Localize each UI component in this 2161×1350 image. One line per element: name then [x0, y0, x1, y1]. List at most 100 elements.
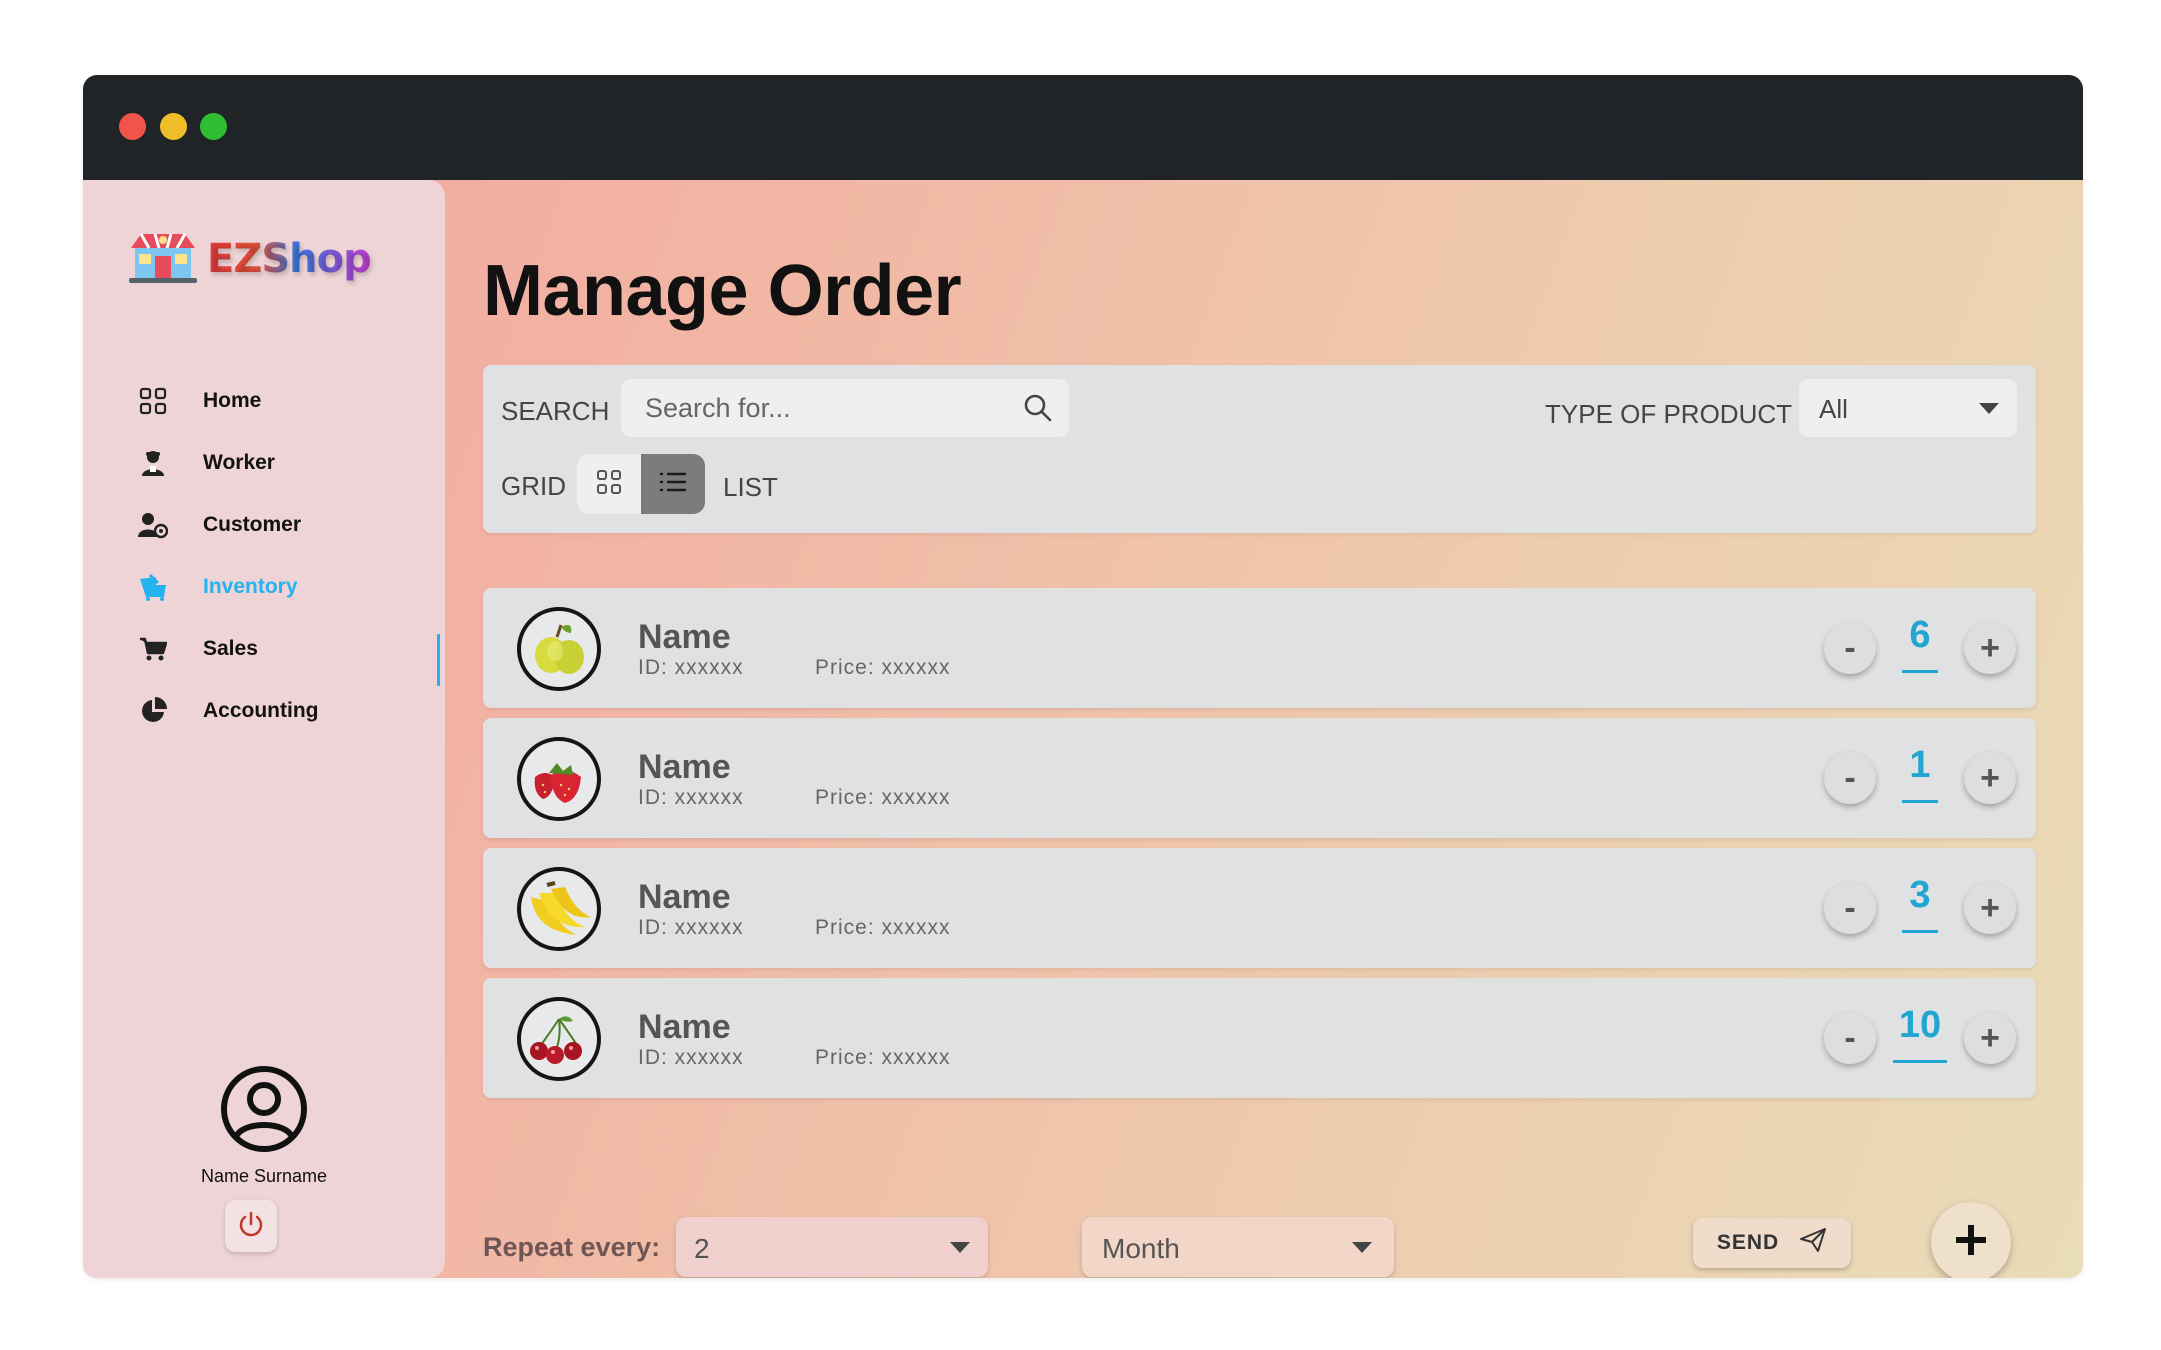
chevron-down-icon	[1979, 403, 1999, 414]
product-price: Price: xxxxxx	[815, 916, 951, 939]
quantity-value[interactable]: 6	[1885, 614, 1955, 657]
banana-icon	[517, 867, 601, 951]
sidebar-item-sales[interactable]: Sales	[138, 618, 438, 680]
decrease-quantity-button[interactable]: -	[1824, 752, 1876, 804]
search-box[interactable]	[621, 379, 1069, 437]
grid-icon	[596, 469, 622, 500]
repeat-every-label: Repeat every:	[483, 1232, 661, 1262]
quantity-value[interactable]: 3	[1885, 874, 1955, 917]
add-button[interactable]	[1931, 1202, 2011, 1278]
sidebar-item-home[interactable]: Home	[138, 370, 438, 432]
increase-quantity-button[interactable]: +	[1964, 1012, 2016, 1064]
grid-label: GRID	[501, 471, 566, 501]
app-window: EZShop Home Worker Customer Inventory Sa…	[83, 75, 2083, 1278]
product-id: ID: xxxxxx	[638, 1046, 744, 1069]
cart-icon	[138, 634, 168, 664]
filter-panel: SEARCH TYPE OF PRODUCT All GRID	[483, 365, 2036, 533]
pear-icon	[517, 607, 601, 691]
list-view-button[interactable]	[641, 454, 705, 514]
decrease-quantity-button[interactable]: -	[1824, 1012, 1876, 1064]
product-name: Name	[638, 878, 731, 916]
type-of-product-select[interactable]: All	[1799, 379, 2017, 437]
search-label: SEARCH	[501, 396, 610, 426]
repeat-period-select[interactable]: Month	[1082, 1217, 1394, 1277]
cherry-icon	[517, 997, 601, 1081]
table-row[interactable]: Name ID: xxxxxx Price: xxxxxx - 1 +	[483, 718, 2036, 838]
repeat-count-select[interactable]: 2	[676, 1217, 988, 1277]
logo[interactable]: EZShop	[127, 228, 372, 289]
sidebar-item-accounting[interactable]: Accounting	[138, 680, 438, 742]
list-icon	[659, 470, 687, 499]
sidebar-item-worker[interactable]: Worker	[138, 432, 438, 494]
sidebar: EZShop Home Worker Customer Inventory Sa…	[83, 180, 445, 1278]
sidebar-item-label: Worker	[203, 451, 275, 474]
sidebar-item-inventory[interactable]: Inventory	[138, 556, 438, 618]
user-profile[interactable]: Name Surname	[83, 1065, 445, 1187]
sidebar-nav: Home Worker Customer Inventory Sales Acc…	[138, 370, 438, 742]
quantity-value[interactable]: 10	[1885, 1004, 1955, 1047]
table-row[interactable]: Name ID: xxxxxx Price: xxxxxx - 3 +	[483, 848, 2036, 968]
increase-quantity-button[interactable]: +	[1964, 622, 2016, 674]
strawberry-icon	[517, 737, 601, 821]
page-title: Manage Order	[483, 251, 962, 331]
type-of-product-value: All	[1819, 394, 1848, 424]
grid-view-button[interactable]	[577, 454, 641, 514]
quantity-underline	[1893, 1060, 1947, 1063]
close-window-button[interactable]	[119, 113, 146, 140]
logout-button[interactable]	[225, 1200, 277, 1252]
product-name: Name	[638, 618, 731, 656]
send-icon	[1799, 1227, 1827, 1259]
plus-icon	[1954, 1223, 1988, 1262]
product-price: Price: xxxxxx	[815, 656, 951, 679]
active-indicator	[437, 634, 440, 686]
shop-icon	[127, 228, 199, 289]
quantity-value[interactable]: 1	[1885, 744, 1955, 787]
search-input[interactable]	[645, 379, 995, 437]
inventory-icon	[138, 572, 168, 602]
sidebar-item-label: Inventory	[203, 575, 298, 598]
user-name: Name Surname	[200, 1166, 328, 1186]
minimize-window-button[interactable]	[160, 113, 187, 140]
quantity-underline	[1902, 670, 1938, 673]
product-price: Price: xxxxxx	[815, 1046, 951, 1069]
avatar	[220, 1066, 308, 1157]
window-titlebar	[83, 75, 2083, 180]
increase-quantity-button[interactable]: +	[1964, 882, 2016, 934]
sidebar-item-customer[interactable]: Customer	[138, 494, 438, 556]
chevron-down-icon	[1352, 1242, 1372, 1253]
product-id: ID: xxxxxx	[638, 786, 744, 809]
product-id: ID: xxxxxx	[638, 916, 744, 939]
product-id: ID: xxxxxx	[638, 656, 744, 679]
decrease-quantity-button[interactable]: -	[1824, 622, 1876, 674]
table-row[interactable]: Name ID: xxxxxx Price: xxxxxx - 10 +	[483, 978, 2036, 1098]
grid-icon	[138, 386, 168, 416]
sidebar-item-label: Home	[203, 389, 262, 412]
pie-chart-icon	[138, 696, 168, 726]
product-price: Price: xxxxxx	[815, 786, 951, 809]
power-icon	[237, 1210, 265, 1243]
chevron-down-icon	[950, 1242, 970, 1253]
send-label: SEND	[1716, 1231, 1780, 1254]
product-list: Name ID: xxxxxx Price: xxxxxx - 6 + Name…	[483, 588, 2036, 1108]
quantity-underline	[1902, 800, 1938, 803]
repeat-count-value: 2	[694, 1233, 710, 1264]
search-icon[interactable]	[1023, 393, 1053, 428]
type-of-product-label: TYPE OF PRODUCT	[1545, 399, 1793, 429]
list-label: LIST	[723, 472, 778, 502]
decrease-quantity-button[interactable]: -	[1824, 882, 1876, 934]
worker-icon	[138, 448, 168, 478]
quantity-underline	[1902, 930, 1938, 933]
app-content: EZShop Home Worker Customer Inventory Sa…	[83, 180, 2083, 1278]
product-name: Name	[638, 1008, 731, 1046]
sidebar-item-label: Accounting	[203, 699, 319, 722]
sidebar-item-label: Sales	[203, 637, 258, 660]
send-button[interactable]: SEND	[1693, 1218, 1851, 1268]
increase-quantity-button[interactable]: +	[1964, 752, 2016, 804]
logo-text: EZShop	[207, 235, 372, 282]
table-row[interactable]: Name ID: xxxxxx Price: xxxxxx - 6 +	[483, 588, 2036, 708]
repeat-period-value: Month	[1102, 1233, 1180, 1264]
sidebar-item-label: Customer	[203, 513, 302, 536]
maximize-window-button[interactable]	[200, 113, 227, 140]
view-toggle	[577, 454, 705, 514]
customer-icon	[138, 510, 168, 540]
